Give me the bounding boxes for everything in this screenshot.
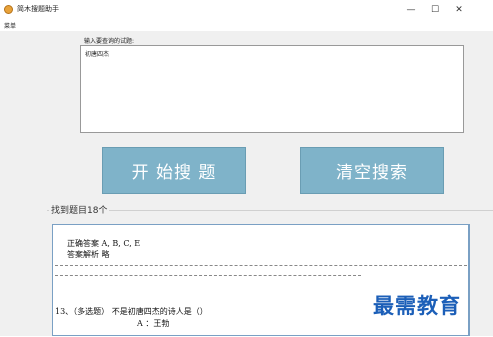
results-count-title: 找到题目18个 xyxy=(49,203,110,216)
app-icon xyxy=(4,5,13,14)
minimize-button[interactable]: — xyxy=(398,2,424,18)
watermark-logo: 最需教育 xyxy=(373,293,461,318)
question-line: 13、（多选题） 不是初唐四杰的诗人是（） xyxy=(55,307,208,316)
analysis-line: 答案解析 略 xyxy=(67,250,110,259)
menu-bar: 菜单 xyxy=(0,20,493,31)
separator-line xyxy=(55,275,361,276)
query-label: 输入要查询的试题: xyxy=(84,38,135,45)
answer-line: 正确答案 A, B, C, E xyxy=(67,239,141,248)
query-input[interactable]: 初唐四杰 xyxy=(80,45,464,133)
title-bar: 简木搜题助手 — ☐ ✕ xyxy=(0,0,493,20)
maximize-button[interactable]: ☐ xyxy=(422,2,448,18)
window-title: 简木搜题助手 xyxy=(17,5,59,13)
separator-line xyxy=(55,265,467,266)
menu-item[interactable]: 菜单 xyxy=(4,21,16,30)
start-search-button[interactable]: 开 始搜 题 xyxy=(102,147,246,194)
option-a-line: A ：王勃 xyxy=(137,319,170,328)
clear-search-button[interactable]: 清空搜索 xyxy=(300,147,444,194)
close-button[interactable]: ✕ xyxy=(446,2,472,18)
